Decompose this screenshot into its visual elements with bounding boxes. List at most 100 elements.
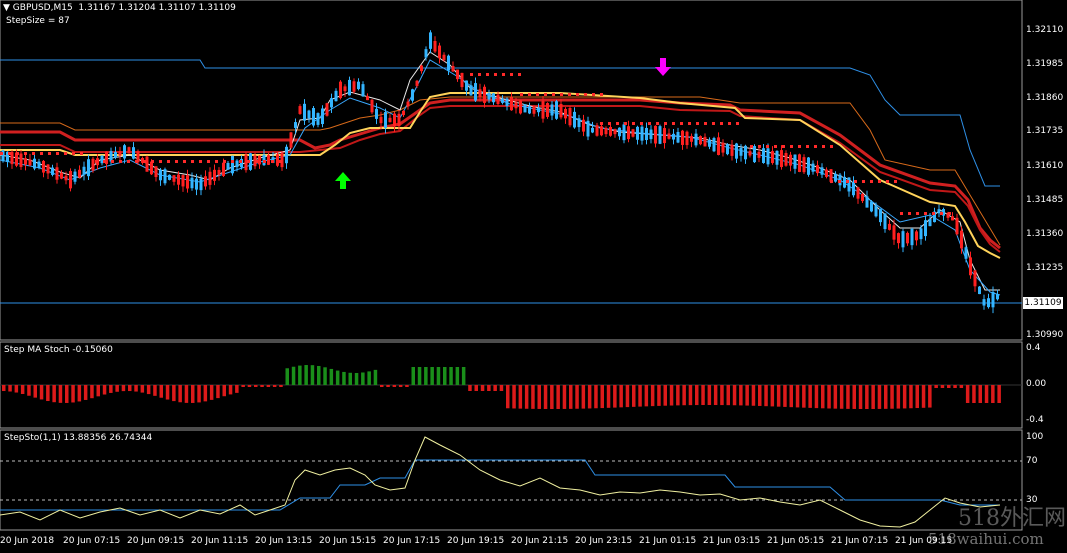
candle-body: [154, 166, 158, 178]
candle-body: [496, 94, 500, 104]
histogram-bar: [884, 385, 888, 409]
histogram-bar: [644, 385, 649, 407]
stop-dot: [191, 160, 194, 163]
histogram-bar: [934, 385, 938, 388]
cyan-ma-line: [0, 59, 1001, 296]
candle-body: [546, 103, 549, 117]
histogram-bar: [386, 385, 390, 387]
stop-dot: [680, 122, 683, 125]
histogram-bar: [745, 385, 749, 406]
stop-dot: [478, 73, 481, 76]
candle-body: [442, 54, 446, 61]
stoch-ma-histogram: [2, 365, 1001, 409]
histogram-bar: [254, 385, 258, 387]
histogram-bar: [575, 385, 579, 409]
histogram-bar: [594, 385, 598, 409]
stoch-ma-tick: 0.4: [1026, 343, 1041, 353]
ohlc-values: 1.31167 1.31204 1.31107 1.31109: [78, 3, 236, 13]
stop-dot: [648, 122, 651, 125]
stop-dot: [932, 212, 935, 215]
candle-body: [226, 162, 230, 170]
histogram-bar: [2, 385, 6, 392]
time-tick: 21 Jun 01:15: [639, 536, 697, 546]
histogram-bar: [953, 385, 957, 388]
candle-body: [505, 98, 509, 107]
candle-body: [712, 138, 716, 152]
candle-body: [82, 166, 86, 175]
candle-body: [447, 55, 450, 71]
chart-canvas[interactable]: [0, 0, 1067, 553]
candle-body: [631, 129, 635, 137]
histogram-bar: [392, 385, 397, 387]
stop-dot: [279, 160, 282, 163]
candle-body: [915, 231, 918, 241]
candle-body: [460, 72, 464, 88]
collapse-triangle-icon[interactable]: ▼: [3, 3, 10, 13]
candle-body: [888, 223, 891, 230]
candle-body: [699, 136, 702, 145]
candle-body: [217, 169, 221, 175]
stop-dot: [167, 160, 170, 163]
histogram-bar: [487, 385, 491, 391]
candle-body: [996, 294, 999, 300]
candle-body: [55, 167, 59, 180]
candle-body: [874, 205, 878, 217]
candle-body: [973, 270, 977, 287]
candle-body: [604, 128, 608, 135]
candle-body: [33, 158, 36, 169]
candle-body: [582, 119, 585, 132]
candle-body: [465, 80, 468, 91]
histogram-bar: [808, 385, 812, 408]
histogram-bar: [191, 385, 195, 403]
stop-dot: [486, 73, 489, 76]
candle-body: [924, 220, 927, 237]
candle-body: [847, 177, 851, 192]
candle-body: [375, 108, 378, 119]
stop-dot: [846, 180, 849, 183]
stop-dot: [854, 180, 857, 183]
candle-body: [987, 298, 990, 308]
candle-body: [627, 126, 630, 140]
stop-dot: [544, 93, 547, 96]
histogram-bar: [291, 366, 296, 385]
histogram-bar: [380, 385, 384, 387]
time-tick: 20 Jun 11:15: [191, 536, 249, 546]
candle-body: [609, 126, 612, 136]
candle-body: [555, 101, 558, 119]
candle-body: [586, 120, 590, 137]
candle-body: [825, 169, 828, 177]
candle-body: [897, 233, 900, 244]
histogram-bar: [178, 385, 182, 403]
candle-body: [739, 147, 743, 156]
candle-body: [118, 151, 122, 156]
histogram-bar: [329, 368, 334, 385]
candle-body: [69, 170, 72, 189]
histogram-bar: [411, 367, 415, 385]
candle-body: [172, 175, 176, 182]
candle-body: [348, 79, 351, 96]
candle-body: [213, 169, 216, 181]
candle-body: [663, 128, 666, 144]
stop-dot: [494, 73, 497, 76]
candle-body: [784, 152, 788, 166]
histogram-bar: [146, 385, 151, 395]
candle-body: [321, 108, 324, 125]
stop-dot: [584, 93, 587, 96]
histogram-bar: [682, 385, 686, 406]
histogram-bar: [115, 385, 119, 392]
candle-body: [960, 230, 963, 249]
candle-body: [42, 160, 45, 173]
stop-dot: [894, 180, 897, 183]
histogram-bar: [827, 385, 831, 409]
price-tick: 1.31235: [1026, 263, 1064, 273]
histogram-bar: [663, 385, 667, 406]
time-tick: 21 Jun 05:15: [767, 536, 825, 546]
candle-body: [258, 155, 261, 165]
stop-dot: [688, 122, 691, 125]
histogram-bar: [165, 385, 170, 400]
stop-dot: [207, 160, 210, 163]
histogram-bar: [317, 365, 321, 385]
candle-body: [384, 112, 387, 128]
candle-body: [559, 103, 563, 118]
candle-body: [424, 49, 428, 58]
